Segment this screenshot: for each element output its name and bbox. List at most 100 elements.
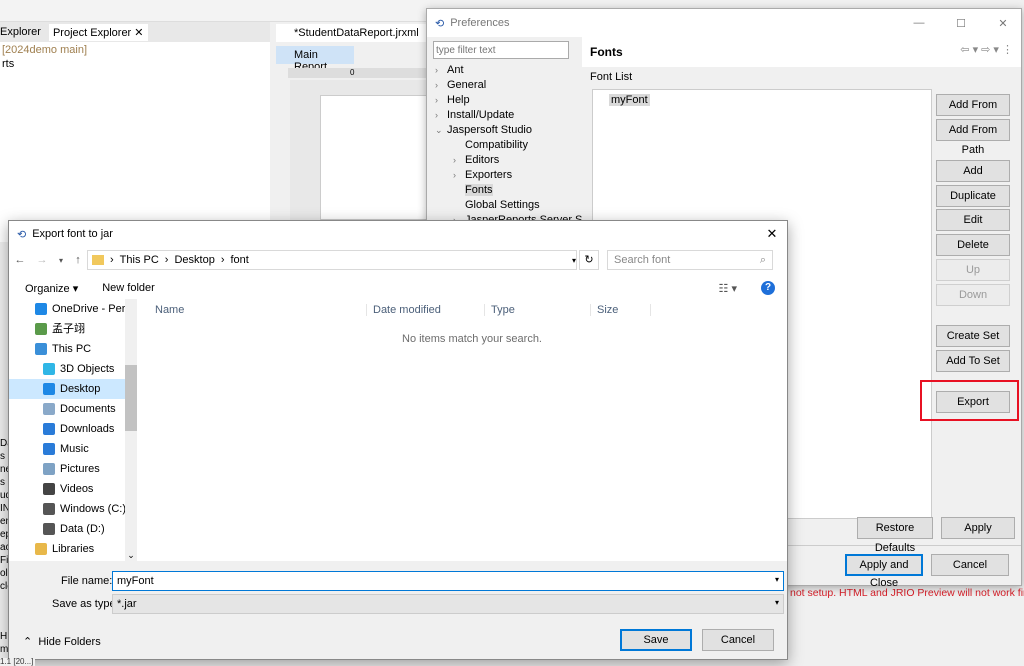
up-icon[interactable]: ↑	[69, 254, 87, 266]
column-headers: Name Date modified Type Size	[137, 299, 787, 321]
duplicate-button[interactable]: Duplicate	[936, 185, 1010, 207]
hide-folders-button[interactable]: ⌃ Hide Folders	[23, 635, 101, 648]
help-icon[interactable]: ?	[761, 281, 775, 295]
address-bar[interactable]: › This PC › Desktop › font ▾	[87, 250, 577, 270]
tab-project-explorer[interactable]: Project Explorer ✕	[48, 23, 148, 41]
delete-button[interactable]: Delete	[936, 234, 1010, 256]
down-button[interactable]: Down	[936, 284, 1010, 306]
address-row: ← → ▾ ↑ › This PC › Desktop › font ▾ ↻ Sear…	[9, 249, 787, 271]
create-set-button[interactable]: Create Set	[936, 325, 1010, 347]
nav-item[interactable]: Downloads	[9, 419, 137, 439]
column-size[interactable]: Size	[591, 304, 651, 316]
chevron-right-icon[interactable]: ›	[453, 168, 465, 183]
breadcrumb-this-pc[interactable]: This PC	[120, 254, 159, 266]
add-from-url-button[interactable]: Add From URL	[936, 94, 1010, 131]
prefs-tree-item[interactable]: › General	[435, 78, 575, 93]
tab-explorer[interactable]: Explorer	[0, 26, 41, 38]
prefs-tree-item[interactable]: › Editors	[435, 153, 575, 168]
add-button[interactable]: Add	[936, 160, 1010, 182]
back-icon[interactable]: ←	[9, 254, 31, 266]
prefs-tree-item[interactable]: › Exporters	[435, 168, 575, 183]
prefs-tree-label: Fonts	[465, 184, 493, 196]
nav-item[interactable]: Videos	[9, 479, 137, 499]
edit-button[interactable]: Edit	[936, 209, 1010, 231]
save-as-type-select[interactable]: *.jar ▾	[112, 594, 784, 614]
nav-item-label: Libraries	[52, 543, 95, 555]
up-button[interactable]: Up	[936, 259, 1010, 281]
forward-icon[interactable]: →	[31, 254, 53, 266]
filter-input[interactable]	[433, 41, 569, 59]
command-bar: Organize ▾ New folder ☷ ▾ ?	[9, 277, 787, 299]
file-name-input[interactable]: myFont ▾	[112, 571, 784, 591]
breadcrumb-font[interactable]: font	[231, 254, 249, 266]
chevron-down-icon[interactable]: ⌄	[435, 123, 447, 138]
save-button[interactable]: Save	[620, 629, 692, 651]
prefs-tree-item[interactable]: › Install/Update	[435, 108, 575, 123]
column-type[interactable]: Type	[485, 304, 591, 316]
address-dropdown-icon[interactable]: ▾	[572, 256, 576, 265]
nav-item[interactable]: Windows (C:)	[9, 499, 137, 519]
close-button[interactable]: ✕	[985, 17, 1021, 30]
left-panel-tabs: Explorer Project Explorer ✕	[0, 22, 270, 42]
add-to-set-button[interactable]: Add To Set	[936, 350, 1010, 372]
apply-button[interactable]: Apply	[941, 517, 1015, 539]
add-from-path-button[interactable]: Add From Path	[936, 119, 1010, 156]
nav-item[interactable]: Libraries	[9, 539, 137, 559]
main-report-tab[interactable]: Main Report	[276, 46, 354, 73]
column-date-modified[interactable]: Date modified	[367, 304, 485, 316]
apply-and-close-button[interactable]: Apply and Close	[845, 554, 923, 589]
nav-item[interactable]: OneDrive - Perso	[9, 299, 137, 319]
prefs-tree-item[interactable]: ⌄ Jaspersoft Studio	[435, 123, 575, 138]
prefs-tree-item[interactable]: Fonts	[435, 183, 575, 198]
nav-item[interactable]: Documents	[9, 399, 137, 419]
document-icon	[43, 403, 55, 415]
save-cancel-button[interactable]: Cancel	[702, 629, 774, 651]
chevron-up-icon: ⌃	[23, 636, 33, 648]
page-title: Fonts	[590, 45, 623, 59]
prefs-tree-item[interactable]: › Ant	[435, 63, 575, 78]
nav-item[interactable]: Data (D:)	[9, 519, 137, 539]
prefs-tree-label: General	[447, 79, 487, 91]
chevron-right-icon[interactable]: ›	[453, 153, 465, 168]
nav-item[interactable]: Desktop	[9, 379, 137, 399]
prefs-tree-item[interactable]: Global Settings	[435, 198, 575, 213]
close-button[interactable]: ✕	[757, 226, 787, 242]
breadcrumb-desktop[interactable]: Desktop	[174, 254, 214, 266]
file-list: Name Date modified Type Size No items ma…	[137, 299, 787, 561]
organize-button[interactable]: Organize ▾	[25, 282, 78, 295]
editor-tab[interactable]: *StudentDataReport.jrxml	[276, 24, 426, 42]
nav-item[interactable]: Music	[9, 439, 137, 459]
prefs-tree-item[interactable]: › Help	[435, 93, 575, 108]
nav-item[interactable]: Pictures	[9, 459, 137, 479]
search-box[interactable]: Search font ⌕	[607, 250, 773, 270]
export-button[interactable]: Export	[936, 391, 1010, 413]
cancel-button[interactable]: Cancel	[931, 554, 1009, 576]
nav-item[interactable]: This PC	[9, 339, 137, 359]
chevron-right-icon[interactable]: ›	[435, 108, 447, 123]
prefs-tree-item[interactable]: Compatibility	[435, 138, 575, 153]
bottom-area: File name: myFont ▾ Save as type: *.jar ▾ …	[9, 561, 787, 659]
refresh-button[interactable]: ↻	[579, 250, 599, 270]
prefs-titlebar: ⟲ Preferences — ☐ ✕	[427, 9, 1021, 37]
font-item[interactable]: myFont	[609, 94, 650, 106]
view-options-icon[interactable]: ☷ ▾	[719, 282, 737, 295]
nav-item[interactable]: 孟子翊	[9, 319, 137, 339]
column-name[interactable]: Name	[137, 304, 367, 316]
maximize-button[interactable]: ☐	[943, 17, 979, 30]
chevron-right-icon[interactable]: ›	[435, 93, 447, 108]
nav-item[interactable]: 3D Objects	[9, 359, 137, 379]
nav-arrows-icon[interactable]: ⇦ ▾ ⇨ ▾ ⋮	[960, 43, 1013, 56]
eclipse-icon: ⟲	[435, 17, 445, 30]
tree-item[interactable]: rts	[0, 58, 270, 70]
new-folder-button[interactable]: New folder	[102, 282, 155, 294]
download-icon	[43, 423, 55, 435]
report-canvas	[290, 80, 430, 220]
minimize-button[interactable]: —	[901, 17, 937, 29]
nav-scrollbar[interactable]: ⌄	[125, 299, 137, 561]
chevron-right-icon[interactable]: ›	[435, 63, 447, 78]
eclipse-icon: ⟲	[17, 228, 27, 241]
project-label[interactable]: [2024demo main]	[0, 42, 270, 58]
chevron-right-icon[interactable]: ›	[435, 78, 447, 93]
restore-defaults-button[interactable]: Restore Defaults	[857, 517, 933, 554]
recent-chevron-icon[interactable]: ▾	[53, 256, 69, 265]
